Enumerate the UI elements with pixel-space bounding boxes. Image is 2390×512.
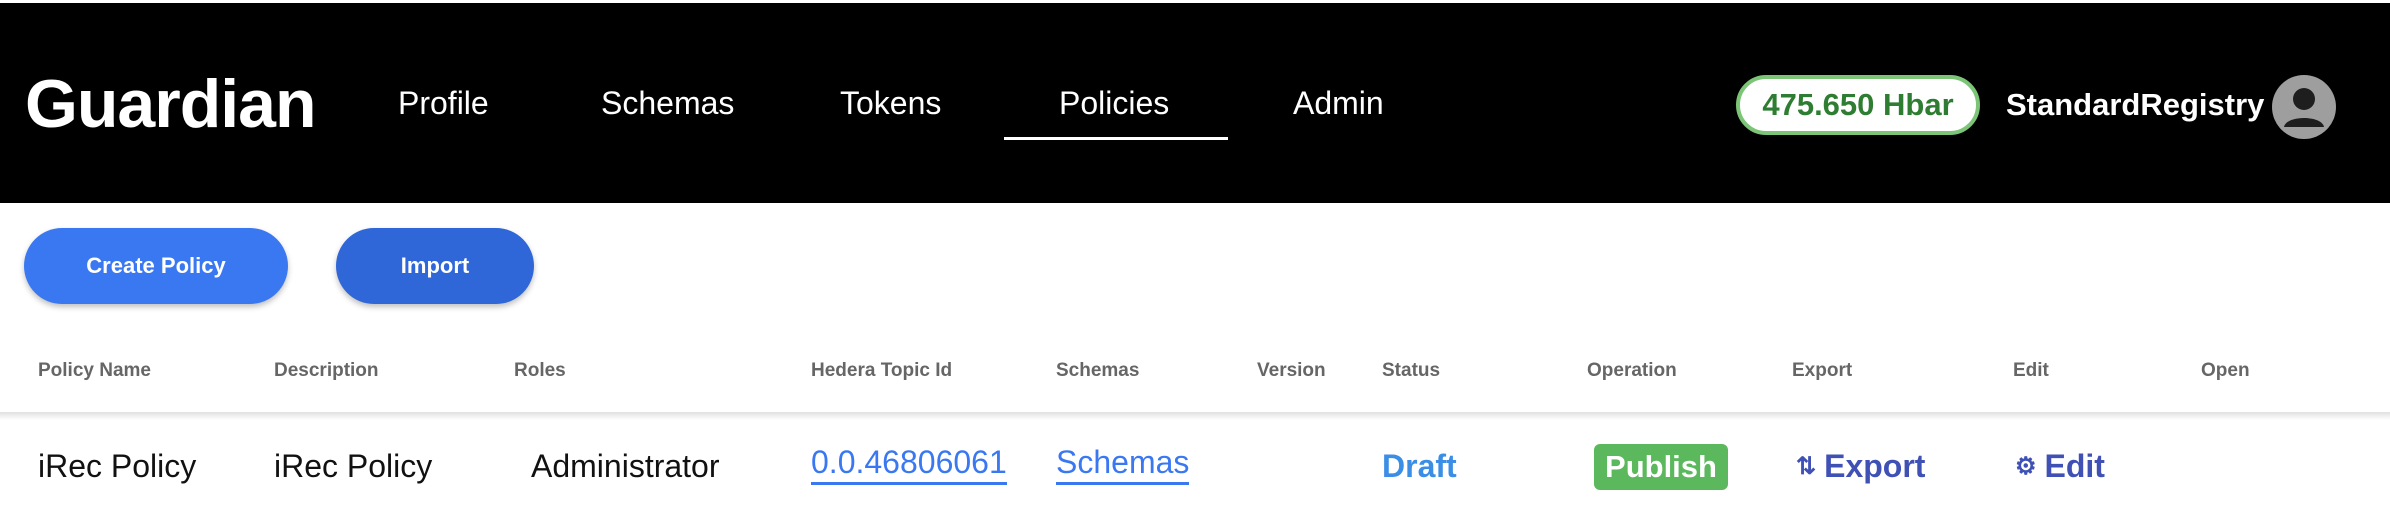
column-header-policy-name: Policy Name (38, 360, 151, 381)
column-header-open: Open (2201, 360, 2250, 381)
edit-label: Edit (2044, 448, 2105, 484)
edit-button[interactable]: ⚙ Edit (2015, 448, 2105, 485)
nav-admin[interactable]: Admin (1293, 85, 1384, 122)
cell-roles: Administrator (531, 448, 720, 484)
gear-icon: ⚙ (2015, 453, 2037, 480)
user-avatar-icon[interactable] (2272, 75, 2336, 139)
publish-button[interactable]: Publish (1594, 444, 1728, 490)
column-header-operation: Operation (1587, 360, 1677, 381)
topic-id-link[interactable]: 0.0.46806061 (811, 444, 1007, 485)
schemas-link[interactable]: Schemas (1056, 444, 1190, 485)
column-header-export: Export (1792, 360, 1853, 381)
app-logo[interactable]: Guardian (25, 65, 316, 143)
swap-vert-icon: ⇅ (1796, 453, 1817, 480)
column-header-roles: Roles (514, 360, 566, 381)
column-header-edit: Edit (2013, 360, 2049, 381)
cell-policy-name: iRec Policy (38, 448, 197, 484)
create-policy-button[interactable]: Create Policy (24, 228, 288, 304)
nav-profile[interactable]: Profile (398, 85, 489, 122)
balance-value: 475.650 Hbar (1762, 87, 1954, 122)
username: StandardRegistry (2006, 87, 2265, 122)
column-header-description: Description (274, 360, 379, 381)
import-button[interactable]: Import (336, 228, 534, 304)
nav-active-indicator (1004, 137, 1228, 140)
nav-policies[interactable]: Policies (1059, 85, 1169, 122)
column-header-topic-id: Hedera Topic Id (811, 360, 953, 381)
top-navigation-bar: Guardian Profile Schemas Tokens Policies… (0, 3, 2390, 203)
hbar-balance-badge: 475.650 Hbar (1736, 75, 1980, 135)
export-label: Export (1824, 448, 1926, 484)
status-badge: Draft (1382, 448, 1457, 484)
cell-description: iRec Policy (274, 448, 433, 484)
column-header-version: Version (1257, 360, 1326, 381)
nav-schemas[interactable]: Schemas (601, 85, 734, 122)
export-button[interactable]: ⇅ Export (1796, 448, 1925, 485)
header-divider (0, 412, 2390, 420)
nav-tokens[interactable]: Tokens (840, 85, 941, 122)
column-header-schemas: Schemas (1056, 360, 1140, 381)
column-header-status: Status (1382, 360, 1441, 381)
